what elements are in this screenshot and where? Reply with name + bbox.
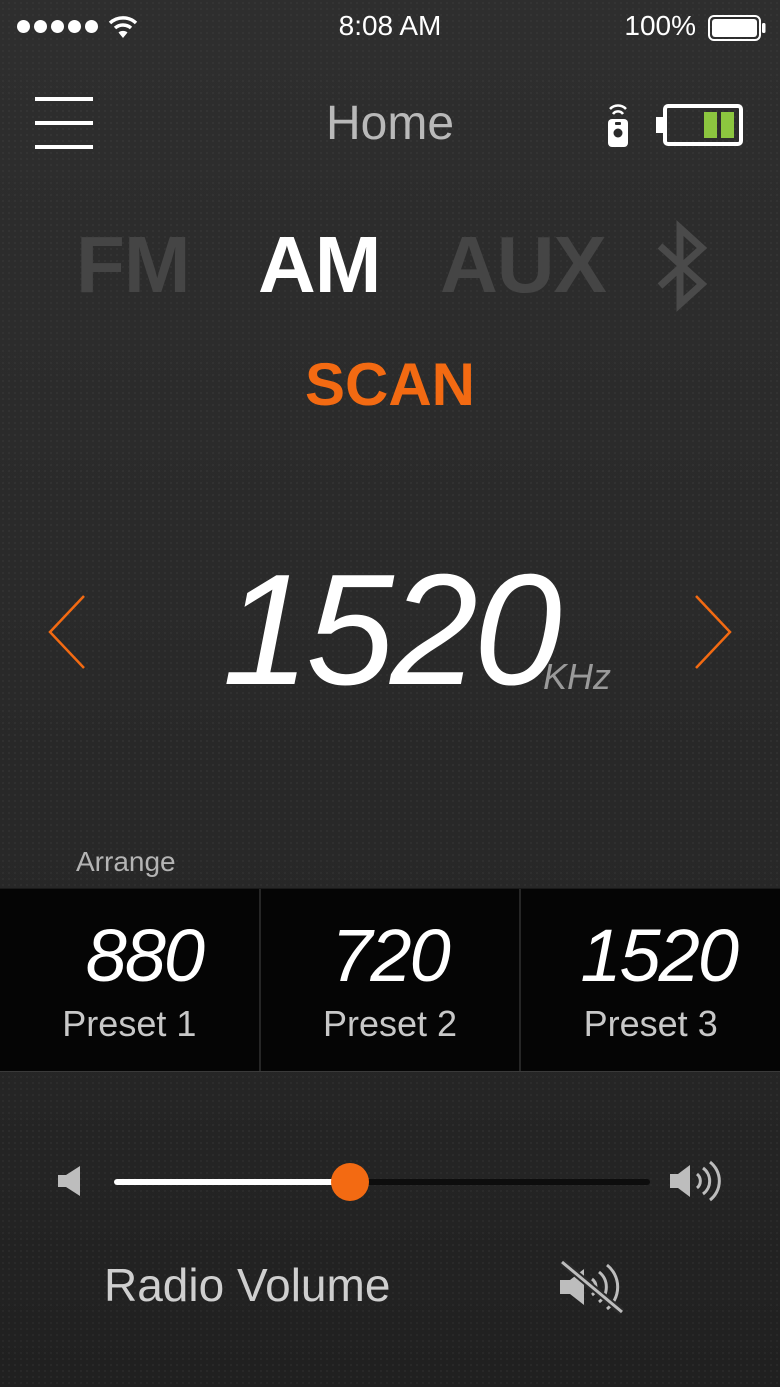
source-am-tab[interactable]: AM <box>258 220 381 310</box>
mute-icon[interactable] <box>556 1258 628 1316</box>
preset-label: Preset 1 <box>62 1003 197 1044</box>
preset-bar: 880 Preset 1 720 Preset 2 1520 Preset 3 <box>0 888 780 1072</box>
preset-frequency: 720 <box>331 914 450 997</box>
preset-frequency: 880 <box>85 914 205 997</box>
bluetooth-icon[interactable] <box>650 218 712 314</box>
scan-button[interactable]: SCAN <box>0 350 780 419</box>
preset-1-button[interactable]: 880 Preset 1 <box>0 889 259 1071</box>
status-bar: 8:08 AM 100% <box>0 0 780 56</box>
volume-slider[interactable] <box>114 1160 650 1202</box>
preset-label: Preset 2 <box>322 1003 458 1044</box>
volume-label: Radio Volume <box>104 1259 391 1311</box>
preset-frequency: 1520 <box>580 914 739 997</box>
device-battery-icon <box>656 104 743 146</box>
battery-percent: 100% <box>624 10 696 41</box>
source-aux-tab[interactable]: AUX <box>440 220 607 310</box>
preset-2-button[interactable]: 720 Preset 2 <box>258 889 520 1071</box>
frequency-unit: KHz <box>543 656 612 697</box>
volume-thumb[interactable] <box>330 1163 369 1201</box>
chevron-right-icon[interactable] <box>690 592 736 672</box>
volume-fill <box>114 1179 350 1185</box>
speaker-high-icon <box>670 1160 721 1202</box>
speaker-low-icon <box>58 1166 80 1196</box>
phone-battery-icon <box>708 15 766 41</box>
preset-3-button[interactable]: 1520 Preset 3 <box>519 889 780 1071</box>
remote-icon[interactable] <box>604 103 632 149</box>
preset-label: Preset 3 <box>583 1003 718 1044</box>
arrange-button[interactable]: Arrange <box>76 846 176 878</box>
frequency-display: 1520 <box>222 542 562 718</box>
source-fm-tab[interactable]: FM <box>76 220 191 310</box>
